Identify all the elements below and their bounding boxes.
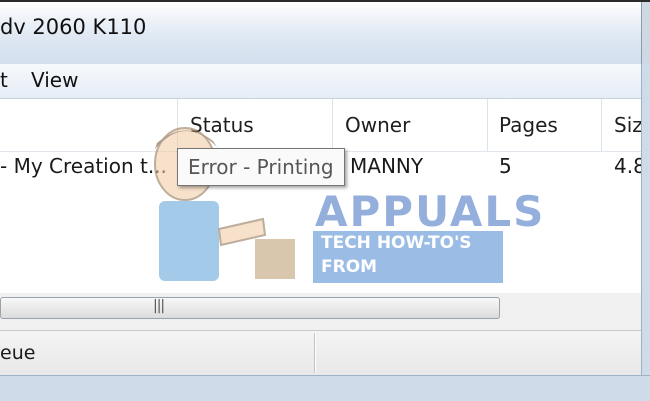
window-frame-bottom[interactable]: [0, 375, 650, 401]
watermark-tagline: TECH HOW-TO'S FROM THE EXPERTS!: [313, 231, 503, 301]
title-bar[interactable]: dv 2060 K110: [0, 0, 650, 66]
column-header-owner[interactable]: Owner: [345, 113, 410, 137]
job-owner: MANNY: [350, 154, 424, 178]
window-frame-right[interactable]: [641, 64, 650, 375]
status-bar-text: eue: [0, 342, 36, 364]
watermark-brand: APPUALS: [315, 187, 546, 236]
menu-bar: t View: [0, 64, 650, 99]
scrollbar-thumb[interactable]: |||: [0, 297, 500, 319]
scrollbar-grip-icon: |||: [153, 298, 165, 314]
status-tooltip: Error - Printing: [177, 148, 345, 186]
job-list[interactable]: Status Owner Pages Size - My Creation t.…: [0, 99, 650, 301]
window-title: dv 2060 K110: [0, 15, 147, 39]
print-queue-window: dv 2060 K110 t View Status Owner Pages S…: [0, 0, 650, 401]
column-separator[interactable]: [601, 99, 602, 151]
column-header-row: Status Owner Pages Size: [0, 99, 650, 152]
column-separator[interactable]: [332, 99, 333, 151]
status-bar: eue: [0, 330, 642, 376]
column-separator[interactable]: [177, 99, 178, 151]
job-document-name: - My Creation t...: [0, 154, 167, 178]
menu-view[interactable]: View: [31, 68, 78, 92]
column-header-status[interactable]: Status: [190, 113, 254, 137]
job-pages: 5: [499, 154, 512, 178]
horizontal-scrollbar[interactable]: |||: [0, 293, 505, 323]
window-frame-edge: [641, 2, 650, 66]
column-header-pages[interactable]: Pages: [499, 113, 558, 137]
menu-document[interactable]: t: [0, 68, 8, 92]
watermark-tagline-line-1: TECH HOW-TO'S FROM: [321, 233, 472, 277]
status-pane-separator: [314, 333, 316, 373]
column-separator[interactable]: [487, 99, 488, 151]
